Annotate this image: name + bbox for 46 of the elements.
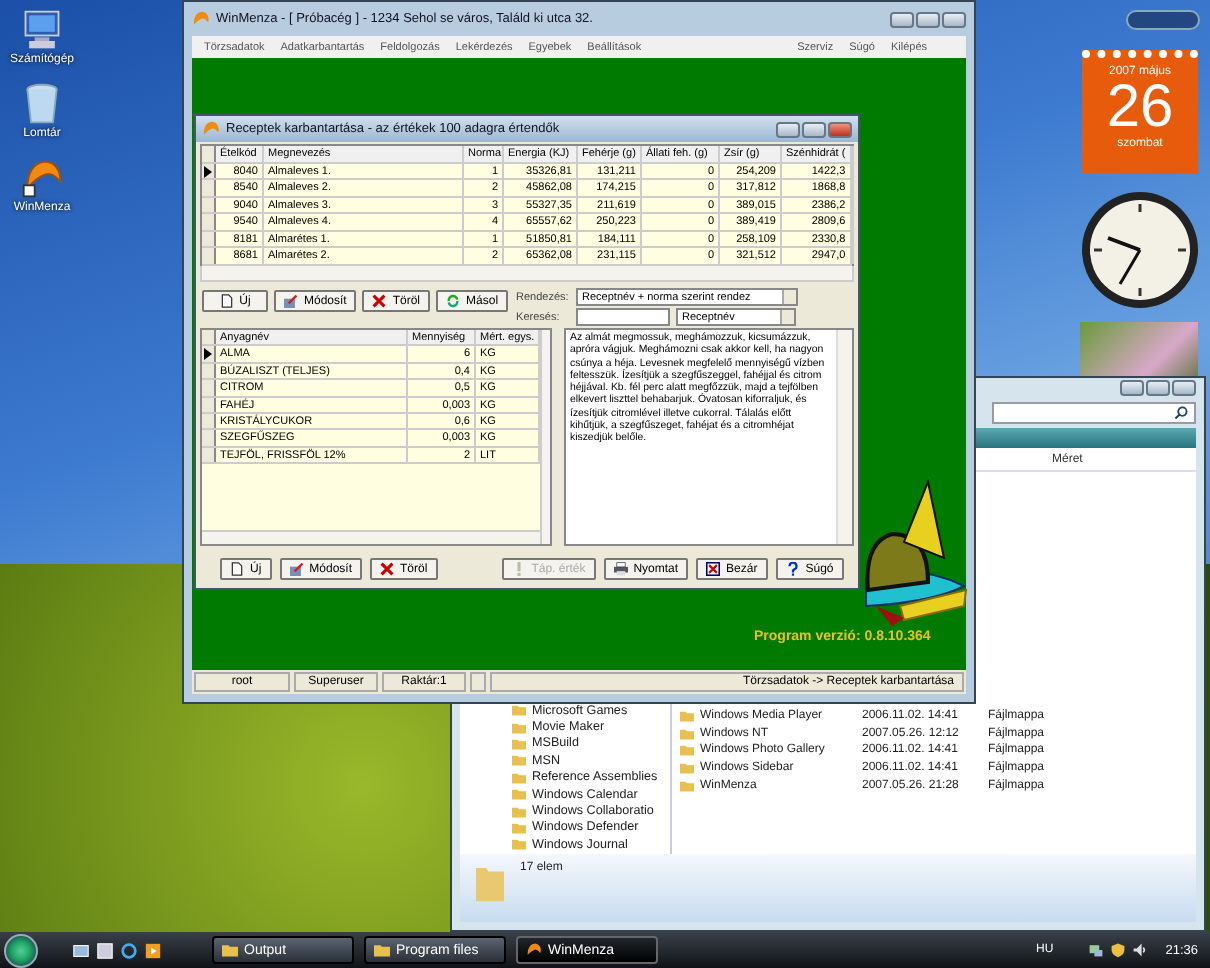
search-field[interactable] — [992, 402, 1196, 424]
x-icon — [372, 294, 387, 308]
croissant-icon — [192, 10, 210, 28]
maximize-button[interactable] — [802, 121, 826, 137]
search-icon — [1174, 406, 1188, 420]
edit-icon — [289, 562, 304, 576]
search-field[interactable] — [576, 308, 671, 326]
question-mark-icon — [785, 562, 800, 576]
arrows-icon — [446, 294, 461, 308]
status-panel — [470, 672, 486, 692]
croissant-icon[interactable] — [20, 156, 64, 200]
close-button[interactable] — [1172, 380, 1196, 396]
calendar-day: 26 — [1106, 78, 1174, 138]
recycle-bin-icon[interactable] — [20, 82, 64, 126]
folder-icon — [222, 942, 238, 958]
desktop-icon[interactable] — [72, 941, 90, 959]
croissant-icon — [526, 942, 542, 958]
page-icon — [230, 562, 244, 576]
sidebar-controls[interactable] — [1126, 10, 1200, 30]
scrollbar[interactable] — [200, 266, 854, 282]
edit-icon — [284, 294, 298, 308]
x-box-icon — [706, 562, 721, 576]
clock-gadget-drawing — [1080, 190, 1200, 310]
folder-icon — [476, 862, 504, 902]
start-button[interactable] — [4, 933, 38, 967]
computer-icon[interactable] — [20, 8, 64, 52]
page-icon — [219, 294, 234, 308]
scrollbar[interactable] — [851, 146, 854, 264]
maximize-button[interactable] — [1146, 380, 1170, 396]
shield-icon[interactable] — [1109, 942, 1126, 958]
x-icon — [380, 562, 395, 576]
croissant-icon — [202, 120, 220, 138]
maximize-button[interactable] — [916, 11, 940, 27]
scrollbar[interactable] — [540, 330, 550, 544]
speaker-icon[interactable] — [1131, 942, 1148, 958]
folder-icon — [374, 942, 390, 958]
minimize-button[interactable] — [776, 121, 800, 137]
minimize-button[interactable] — [1120, 380, 1144, 396]
network-icon[interactable] — [1087, 942, 1104, 958]
printer-icon — [613, 562, 628, 576]
exclamation-icon — [511, 562, 526, 576]
close-button[interactable] — [942, 11, 966, 27]
minimize-button[interactable] — [890, 11, 914, 27]
media-player-icon[interactable] — [144, 941, 162, 959]
scrollbar[interactable] — [202, 530, 541, 544]
close-button[interactable] — [828, 121, 852, 137]
